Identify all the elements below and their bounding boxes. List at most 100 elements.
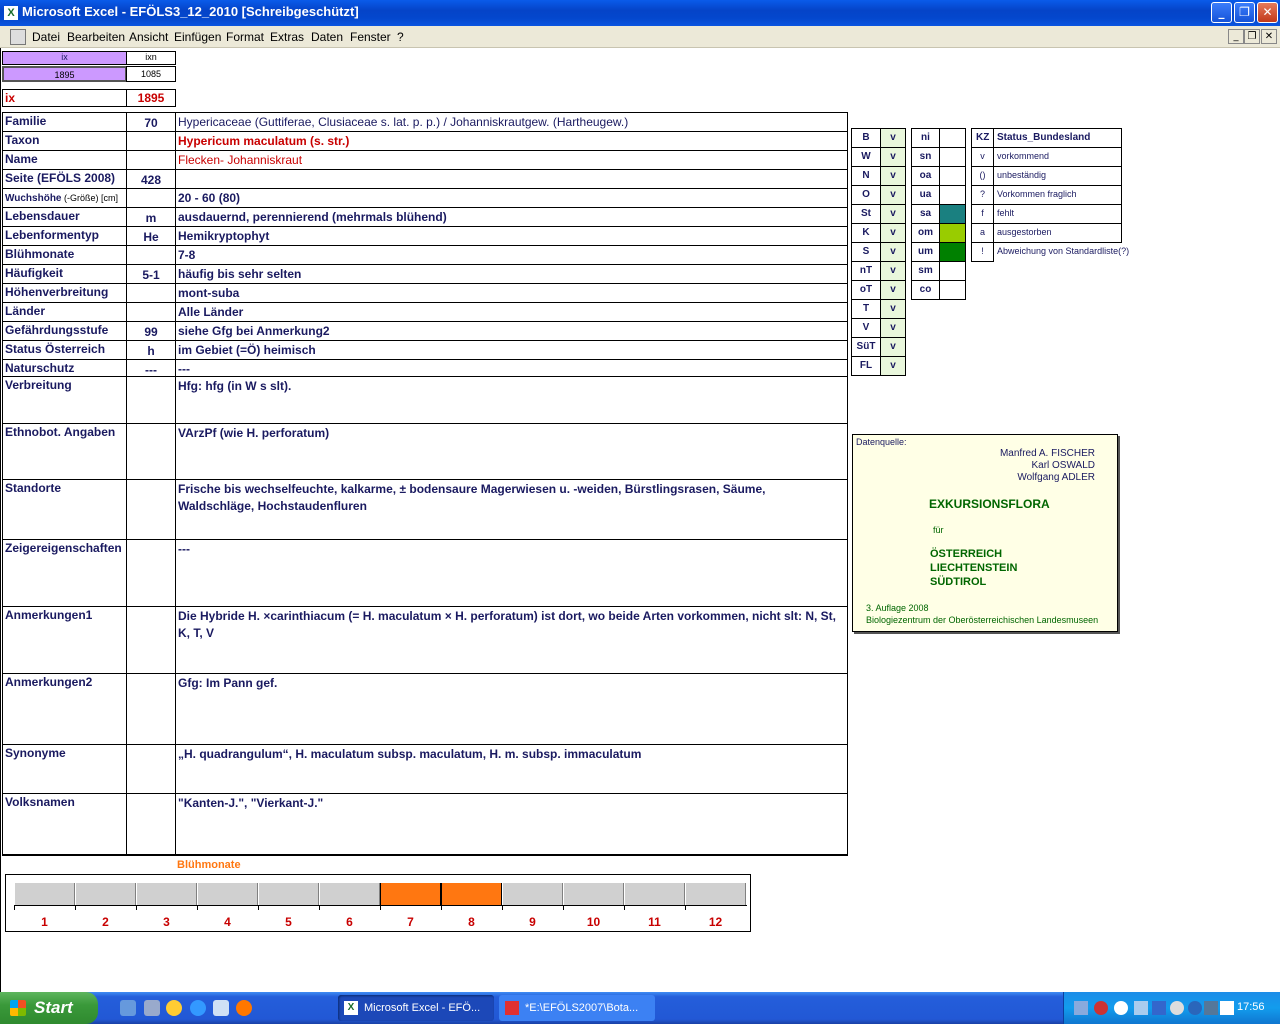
hoehenstufe-fill[interactable] xyxy=(939,280,966,300)
row-value[interactable]: Die Hybride H. ×carinthiacum (= H. macul… xyxy=(175,606,848,674)
maximize-button[interactable]: ❐ xyxy=(1234,2,1255,23)
bundesland-status[interactable]: v xyxy=(880,185,906,205)
workbook-icon[interactable] xyxy=(10,29,26,45)
row-code[interactable]: 70 xyxy=(126,112,176,132)
bundesland-status[interactable]: v xyxy=(880,280,906,300)
device-icon[interactable] xyxy=(1204,1001,1218,1015)
row-code[interactable]: 428 xyxy=(126,169,176,189)
excel-icon[interactable]: X xyxy=(4,6,18,20)
bundesland-status[interactable]: v xyxy=(880,337,906,357)
outlook-icon[interactable] xyxy=(213,1000,229,1016)
workbook-minimize-button[interactable]: _ xyxy=(1228,29,1244,44)
month-bar-7[interactable] xyxy=(380,883,441,905)
row-code[interactable]: h xyxy=(126,340,176,360)
worksheet[interactable]: ix ixn 1895 1085 ix 1895 Familie 70 Hyperi… xyxy=(0,48,1280,992)
legend-kz[interactable]: () xyxy=(971,166,994,186)
start-button[interactable]: Start xyxy=(0,992,98,1024)
row-value[interactable]: 7-8 xyxy=(175,245,848,265)
workbook-restore-button[interactable]: ❐ xyxy=(1244,29,1260,44)
row-code[interactable] xyxy=(126,423,176,480)
menu-item-1[interactable]: Bearbeiten xyxy=(67,30,125,44)
ixn-value-cell[interactable]: 1085 xyxy=(126,66,176,82)
row-value[interactable]: häufig bis sehr selten xyxy=(175,264,848,284)
legend-text[interactable]: ausgestorben xyxy=(993,223,1122,243)
menu-item-3[interactable]: Einfügen xyxy=(174,30,221,44)
row-value[interactable]: mont-suba xyxy=(175,283,848,303)
month-bar-4[interactable] xyxy=(197,883,258,905)
month-bar-2[interactable] xyxy=(75,883,136,905)
month-bar-1[interactable] xyxy=(14,883,75,905)
workbook-close-button[interactable]: ✕ xyxy=(1261,29,1277,44)
row-code[interactable] xyxy=(126,539,176,607)
taskbar-explorer-button[interactable]: *E:\EFÖLS2007\Bota... xyxy=(499,995,655,1021)
row-code[interactable]: He xyxy=(126,226,176,246)
row-label[interactable]: Seite (EFÖLS 2008) xyxy=(2,169,127,189)
row-label[interactable]: Name xyxy=(2,150,127,170)
month-bar-11[interactable] xyxy=(624,883,685,905)
row-label[interactable]: Verbreitung xyxy=(2,376,127,424)
month-bar-5[interactable] xyxy=(258,883,319,905)
bundesland-code[interactable]: oT xyxy=(851,280,881,300)
ix-header[interactable]: ix xyxy=(2,51,127,65)
hoehenstufe-fill[interactable] xyxy=(939,242,966,262)
row-value[interactable]: Frische bis wechselfeuchte, kalkarme, ± … xyxy=(175,479,848,540)
row-value[interactable]: --- xyxy=(175,539,848,607)
row-label[interactable]: Zeigereigenschaften xyxy=(2,539,127,607)
row-code[interactable]: 5-1 xyxy=(126,264,176,284)
row-label[interactable]: Wuchshöhe (-Größe) [cm] xyxy=(2,188,127,208)
internet-explorer-icon[interactable] xyxy=(190,1000,206,1016)
legend-text-header[interactable]: Status_Bundesland xyxy=(993,128,1122,148)
menu-item-0[interactable]: Datei xyxy=(32,30,60,44)
display-icon[interactable] xyxy=(1134,1001,1148,1015)
row-value[interactable]: Alle Länder xyxy=(175,302,848,322)
bluehmonate-chart[interactable]: 1 2 3 4 5 6 7 8 9 10 11 12 xyxy=(5,874,751,932)
month-bar-3[interactable] xyxy=(136,883,197,905)
bundesland-status[interactable]: v xyxy=(880,204,906,224)
legend-kz-header[interactable]: KZ xyxy=(971,128,994,148)
menu-item-4[interactable]: Format xyxy=(226,30,264,44)
hoehenstufe-fill[interactable] xyxy=(939,128,966,148)
ixn-header[interactable]: ixn xyxy=(126,51,176,65)
menu-item-2[interactable]: Ansicht xyxy=(129,30,168,44)
bundesland-code[interactable]: K xyxy=(851,223,881,243)
row-label[interactable]: Familie xyxy=(2,112,127,132)
month-bar-12[interactable] xyxy=(685,883,746,905)
row-label[interactable]: Taxon xyxy=(2,131,127,151)
row-value[interactable] xyxy=(175,169,848,189)
ix-label[interactable]: ix xyxy=(2,89,127,107)
row-value[interactable]: Flecken- Johanniskraut xyxy=(175,150,848,170)
legend-kz[interactable]: v xyxy=(971,147,994,167)
quicklaunch-app-icon[interactable] xyxy=(144,1000,160,1016)
row-value[interactable]: Hypericum maculatum (s. str.) xyxy=(175,131,848,151)
hoehenstufe-fill[interactable] xyxy=(939,147,966,167)
bundesland-code[interactable]: O xyxy=(851,185,881,205)
hoehenstufe-code[interactable]: oa xyxy=(911,166,940,186)
media-player-icon[interactable] xyxy=(166,1000,182,1016)
bundesland-code[interactable]: N xyxy=(851,166,881,186)
bundesland-status[interactable]: v xyxy=(880,128,906,148)
bundesland-code[interactable]: S xyxy=(851,242,881,262)
hoehenstufe-code[interactable]: ua xyxy=(911,185,940,205)
row-label[interactable]: Länder xyxy=(2,302,127,322)
bundesland-code[interactable]: T xyxy=(851,299,881,319)
hoehenstufe-code[interactable]: ni xyxy=(911,128,940,148)
row-value[interactable]: 20 - 60 (80) xyxy=(175,188,848,208)
hoehenstufe-fill[interactable] xyxy=(939,223,966,243)
month-bar-8[interactable] xyxy=(441,883,502,905)
bundesland-code[interactable]: V xyxy=(851,318,881,338)
menu-item-5[interactable]: Extras xyxy=(270,30,304,44)
show-desktop-icon[interactable] xyxy=(120,1000,136,1016)
firefox-icon[interactable] xyxy=(236,1000,252,1016)
bundesland-status[interactable]: v xyxy=(880,299,906,319)
row-code[interactable] xyxy=(126,744,176,794)
row-value[interactable]: im Gebiet (=Ö) heimisch xyxy=(175,340,848,360)
row-label[interactable]: Lebenformentyp xyxy=(2,226,127,246)
row-value[interactable]: „H. quadrangulum“, H. maculatum subsp. m… xyxy=(175,744,848,794)
row-label[interactable]: Gefährdungsstufe xyxy=(2,321,127,341)
row-code[interactable] xyxy=(126,150,176,170)
month-bar-6[interactable] xyxy=(319,883,380,905)
info-icon[interactable] xyxy=(1188,1001,1202,1015)
hoehenstufe-code[interactable]: om xyxy=(911,223,940,243)
row-value[interactable]: siehe Gfg bei Anmerkung2 xyxy=(175,321,848,341)
legend-text[interactable]: vorkommend xyxy=(993,147,1122,167)
